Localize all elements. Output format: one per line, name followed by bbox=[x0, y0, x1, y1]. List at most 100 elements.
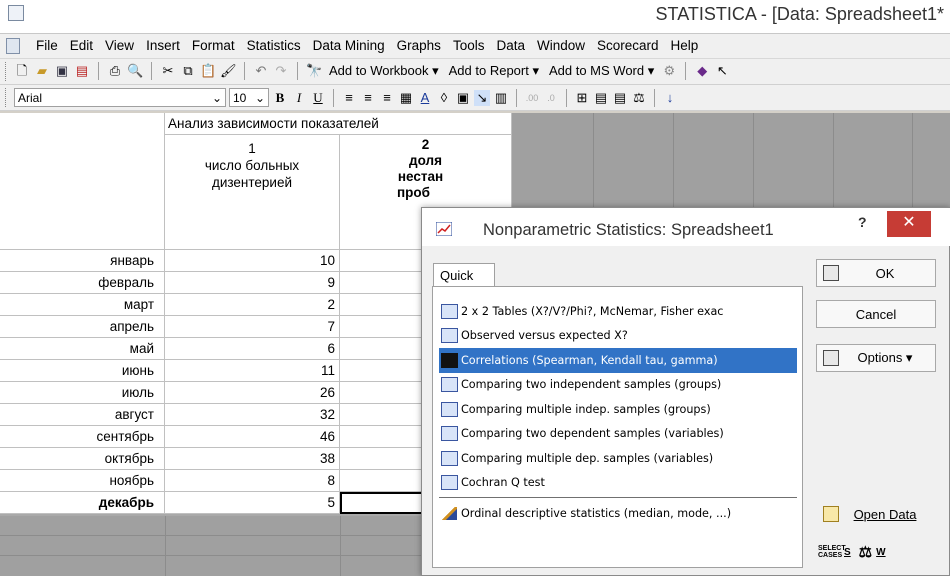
menu-tools[interactable]: Tools bbox=[447, 38, 491, 53]
menu-data-mining[interactable]: Data Mining bbox=[307, 38, 391, 53]
data-cell[interactable]: 8 bbox=[165, 470, 340, 492]
print-icon[interactable]: ⎙ bbox=[107, 63, 123, 79]
grid-icon[interactable]: ▥ bbox=[493, 90, 509, 106]
align-left-icon[interactable]: ≡ bbox=[341, 90, 357, 106]
print-preview-icon[interactable]: 🔍 bbox=[127, 63, 143, 79]
toolbar-grip[interactable] bbox=[5, 88, 8, 107]
menu-scorecard[interactable]: Scorecard bbox=[591, 38, 665, 53]
select-cases-button[interactable]: SELECT CASES S bbox=[818, 545, 851, 559]
data-cell[interactable]: 46 bbox=[165, 426, 340, 448]
new-file-icon[interactable]: 🗋 bbox=[14, 63, 30, 79]
row-label[interactable]: декабрь bbox=[0, 492, 165, 514]
menu-view[interactable]: View bbox=[99, 38, 140, 53]
borders-icon[interactable]: ▣ bbox=[455, 90, 471, 106]
analysis-icon[interactable]: ◆ bbox=[694, 63, 710, 79]
ok-button[interactable]: OK bbox=[816, 259, 936, 287]
cancel-button[interactable]: Cancel bbox=[816, 300, 936, 328]
bold-icon[interactable]: B bbox=[272, 90, 288, 106]
context-help-icon[interactable]: ↖ bbox=[714, 63, 730, 79]
font-size-select[interactable]: 10 ⌄ bbox=[229, 88, 269, 107]
row-label[interactable]: август bbox=[0, 404, 165, 426]
find-icon[interactable]: 🔭 bbox=[306, 63, 322, 79]
italic-icon[interactable]: I bbox=[291, 90, 307, 106]
row-label[interactable]: февраль bbox=[0, 272, 165, 294]
copy-icon[interactable]: ⧉ bbox=[180, 63, 196, 79]
data-cell[interactable]: 26 bbox=[165, 382, 340, 404]
data-cell[interactable]: 32 bbox=[165, 404, 340, 426]
data-cell[interactable]: 9 bbox=[165, 272, 340, 294]
paste-icon[interactable]: 📋 bbox=[200, 63, 216, 79]
row-label[interactable]: сентябрь bbox=[0, 426, 165, 448]
row-label[interactable]: июнь bbox=[0, 360, 165, 382]
row-label[interactable]: июль bbox=[0, 382, 165, 404]
row-label[interactable]: апрель bbox=[0, 316, 165, 338]
menu-help[interactable]: Help bbox=[665, 38, 705, 53]
menu-insert[interactable]: Insert bbox=[140, 38, 186, 53]
analysis-item[interactable]: 2 x 2 Tables (X?/V?/Phi?, McNemar, Fishe… bbox=[439, 299, 797, 324]
close-button[interactable]: ✕ bbox=[887, 211, 931, 237]
menu-format[interactable]: Format bbox=[186, 38, 241, 53]
analysis-item[interactable]: Comparing two dependent samples (variabl… bbox=[439, 422, 797, 447]
analysis-item[interactable]: Comparing two independent samples (group… bbox=[439, 373, 797, 398]
increase-decimal-icon[interactable]: .00 bbox=[524, 90, 540, 106]
fill-color-icon[interactable]: ◊ bbox=[436, 90, 452, 106]
analysis-item[interactable]: Comparing multiple indep. samples (group… bbox=[439, 397, 797, 422]
cut-icon[interactable]: ✂ bbox=[160, 63, 176, 79]
data-cell[interactable]: 5 bbox=[165, 492, 340, 514]
font-select[interactable]: Arial ⌄ bbox=[14, 88, 226, 107]
sort-icon[interactable]: ↓ bbox=[662, 90, 678, 106]
weights-button[interactable]: ⚖ W bbox=[859, 543, 886, 561]
save-icon[interactable]: ▣ bbox=[54, 63, 70, 79]
help-button[interactable]: ? bbox=[858, 214, 867, 230]
analysis-item[interactable]: Observed versus expected X? bbox=[439, 324, 797, 349]
merge-icon[interactable]: ⊞ bbox=[574, 90, 590, 106]
data-cell[interactable]: 7 bbox=[165, 316, 340, 338]
redo-icon[interactable]: ↷ bbox=[273, 63, 289, 79]
undo-icon[interactable]: ↶ bbox=[253, 63, 269, 79]
statistica-app-icon[interactable] bbox=[8, 5, 24, 21]
data-cell[interactable]: 11 bbox=[165, 360, 340, 382]
data-cell[interactable]: 2 bbox=[165, 294, 340, 316]
spreadsheet-icon[interactable] bbox=[6, 38, 20, 54]
decrease-decimal-icon[interactable]: .0 bbox=[543, 90, 559, 106]
row-label[interactable]: ноябрь bbox=[0, 470, 165, 492]
menu-data[interactable]: Data bbox=[490, 38, 531, 53]
pdf-icon[interactable]: ▤ bbox=[74, 63, 90, 79]
analysis-item[interactable]: Cochran Q test bbox=[439, 471, 797, 496]
add-to-report-button[interactable]: Add to Report ▾ bbox=[446, 63, 542, 79]
menu-statistics[interactable]: Statistics bbox=[241, 38, 307, 53]
options-icon[interactable]: ⚙ bbox=[661, 63, 677, 79]
row-label[interactable]: январь bbox=[0, 250, 165, 272]
weight-icon[interactable]: ⚖ bbox=[631, 90, 647, 106]
open-data-button[interactable]: Open Data bbox=[816, 500, 936, 528]
analysis-item-selected[interactable]: Correlations (Spearman, Kendall tau, gam… bbox=[439, 348, 797, 373]
format-cells-icon[interactable]: ▦ bbox=[398, 90, 414, 106]
analysis-item[interactable]: Comparing multiple dep. samples (variabl… bbox=[439, 446, 797, 471]
menu-edit[interactable]: Edit bbox=[64, 38, 99, 53]
case-specs-icon[interactable]: ▤ bbox=[612, 90, 628, 106]
tab-quick[interactable]: Quick bbox=[433, 263, 495, 287]
add-to-ms-word-button[interactable]: Add to MS Word ▾ bbox=[546, 63, 657, 79]
row-label[interactable]: октябрь bbox=[0, 448, 165, 470]
options-button[interactable]: Options ▾ bbox=[816, 344, 936, 372]
menu-file[interactable]: File bbox=[30, 38, 64, 53]
analysis-item[interactable]: Ordinal descriptive statistics (median, … bbox=[439, 501, 797, 526]
corner-cell[interactable] bbox=[0, 113, 165, 250]
variable-specs-icon[interactable]: ▤ bbox=[593, 90, 609, 106]
align-right-icon[interactable]: ≡ bbox=[379, 90, 395, 106]
row-label[interactable]: март bbox=[0, 294, 165, 316]
format-painter-icon[interactable]: 🖌 bbox=[220, 63, 237, 79]
menu-window[interactable]: Window bbox=[531, 38, 591, 53]
highlight-icon[interactable]: ↘ bbox=[474, 89, 490, 106]
open-folder-icon[interactable]: ▰ bbox=[34, 63, 50, 79]
row-label[interactable]: май bbox=[0, 338, 165, 360]
data-cell[interactable]: 38 bbox=[165, 448, 340, 470]
column-header-1[interactable]: 1 число больных дизентерией bbox=[165, 135, 340, 250]
add-to-workbook-button[interactable]: Add to Workbook ▾ bbox=[326, 63, 442, 79]
font-color-icon[interactable]: A bbox=[417, 90, 433, 106]
data-cell[interactable]: 6 bbox=[165, 338, 340, 360]
toolbar-grip[interactable] bbox=[5, 62, 8, 81]
underline-icon[interactable]: U bbox=[310, 90, 326, 106]
data-cell[interactable]: 10 bbox=[165, 250, 340, 272]
menu-graphs[interactable]: Graphs bbox=[391, 38, 447, 53]
